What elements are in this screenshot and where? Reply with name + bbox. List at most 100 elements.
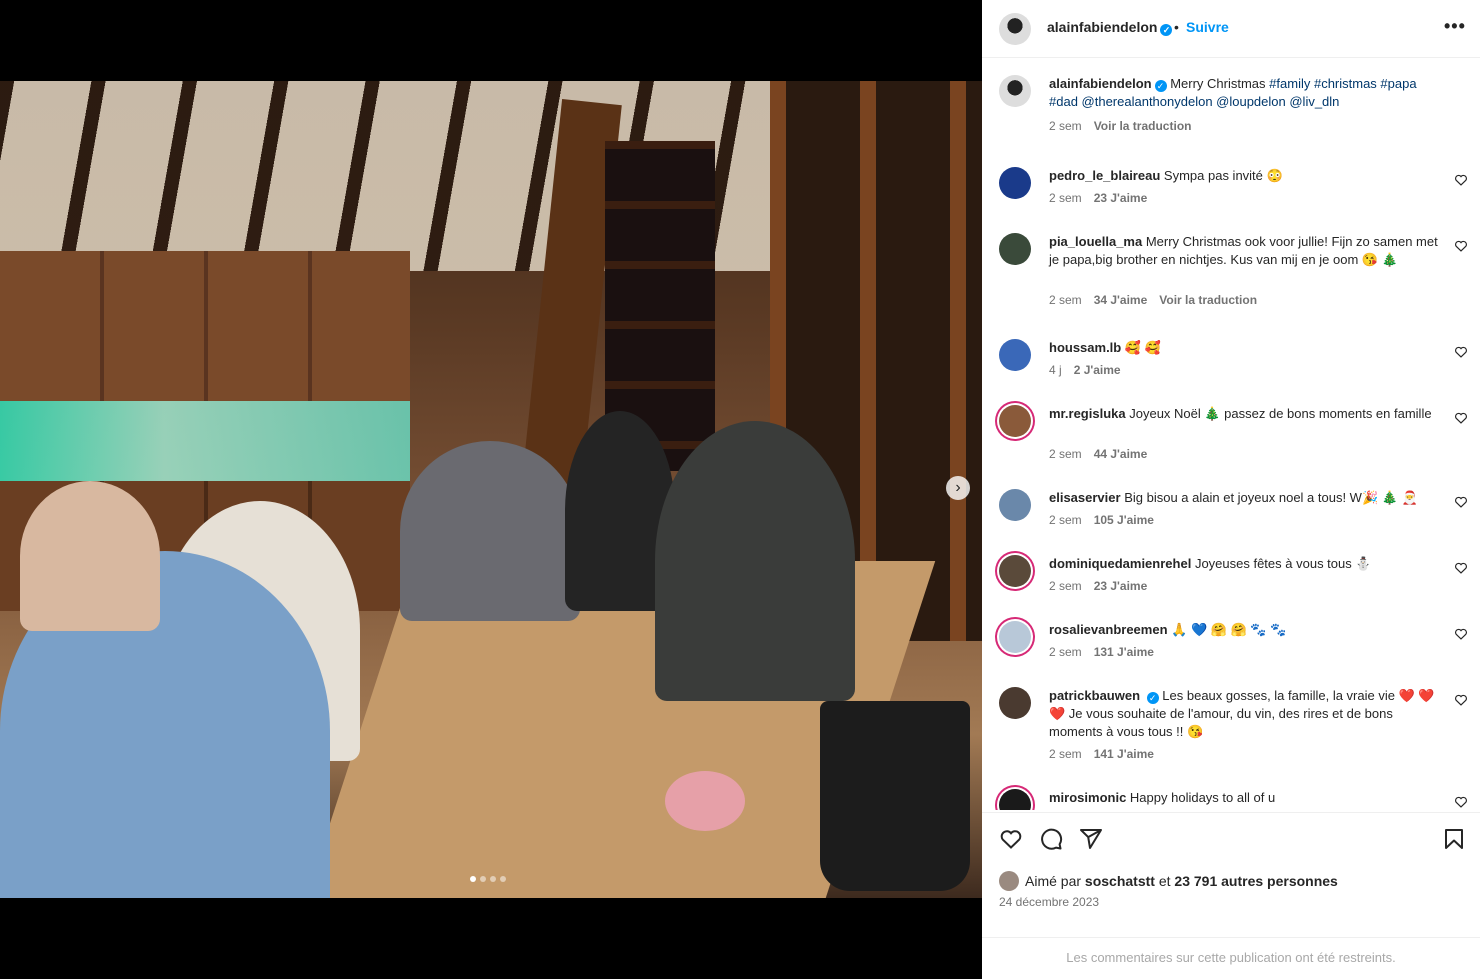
comment-like-icon[interactable]	[1454, 411, 1468, 425]
carousel-dot	[480, 876, 486, 882]
comment-meta: 2 sem 23 J'aime	[1049, 191, 1159, 205]
comment-username[interactable]: mirosimonic	[1049, 790, 1126, 805]
photo-person-head	[20, 481, 160, 631]
caption-body: alainfabiendelon ✓ Merry Christmas #famil…	[1049, 75, 1441, 111]
comment-like-icon[interactable]	[1454, 795, 1468, 809]
avatar[interactable]	[999, 167, 1031, 199]
photo-rose	[665, 771, 745, 831]
comment-username[interactable]: pia_louella_ma	[1049, 234, 1142, 249]
comment-time: 2 sem	[1049, 579, 1082, 593]
comment-like-icon[interactable]	[1454, 495, 1468, 509]
comment-text: 🙏 💙 🤗 🤗 🐾 🐾	[1171, 622, 1287, 637]
comment-like-count[interactable]: 105 J'aime	[1094, 513, 1154, 527]
likes-count[interactable]: 23 791 autres personnes	[1174, 873, 1337, 889]
likes-middle: et	[1158, 873, 1171, 889]
avatar[interactable]	[999, 75, 1031, 107]
comment-meta: 4 j 2 J'aime	[1049, 363, 1133, 377]
comment-like-count[interactable]: 23 J'aime	[1094, 579, 1148, 593]
separator-dot: •	[1174, 19, 1179, 35]
avatar[interactable]	[999, 405, 1031, 437]
caption-tags[interactable]: #family #christmas #papa	[1269, 76, 1416, 91]
photo-person	[655, 421, 855, 701]
carousel-next-button[interactable]: ›	[946, 476, 970, 500]
comment-username[interactable]: elisaservier	[1049, 490, 1121, 505]
comment-meta: 2 sem 44 J'aime	[1049, 447, 1159, 461]
comment-time: 2 sem	[1049, 119, 1082, 133]
carousel-dot	[470, 876, 476, 882]
comment-like-count[interactable]: 34 J'aime	[1094, 293, 1148, 307]
more-options-icon[interactable]: •••	[1444, 16, 1466, 37]
caption-text: Merry Christmas	[1170, 76, 1266, 91]
comment-time: 2 sem	[1049, 191, 1082, 205]
comment-like-count[interactable]: 23 J'aime	[1094, 191, 1148, 205]
avatar	[999, 871, 1019, 891]
comment-body: houssam.lb 🥰 🥰	[1049, 339, 1441, 357]
action-bar: Aimé par soschatstt et 23 791 autres per…	[982, 812, 1480, 979]
comment-meta: 2 sem 131 J'aime	[1049, 645, 1166, 659]
comment-like-icon[interactable]	[1454, 173, 1468, 187]
comment-like-icon[interactable]	[1454, 239, 1468, 253]
comment-like-count[interactable]: 131 J'aime	[1094, 645, 1154, 659]
photo-person	[400, 441, 580, 621]
comment-username[interactable]: dominiquedamienrehel	[1049, 556, 1191, 571]
verified-icon: ✓	[1146, 692, 1159, 704]
translate-link[interactable]: Voir la traduction	[1094, 119, 1192, 133]
avatar[interactable]	[999, 13, 1031, 45]
comment-like-count[interactable]: 44 J'aime	[1094, 447, 1148, 461]
post-photo[interactable]	[0, 81, 982, 898]
comment-body: mr.regisluka Joyeux Noël 🎄 passez de bon…	[1049, 405, 1441, 423]
comment-like-icon[interactable]	[1454, 693, 1468, 707]
comment-username[interactable]: mr.regisluka	[1049, 406, 1126, 421]
comment-text: Sympa pas invité 😳	[1163, 168, 1283, 183]
avatar[interactable]	[999, 621, 1031, 653]
comment-time: 2 sem	[1049, 645, 1082, 659]
comment-body: elisaservier Big bisou a alain et joyeux…	[1049, 489, 1441, 507]
comment-time: 2 sem	[1049, 747, 1082, 761]
comment-text: Joyeux Noël 🎄 passez de bons moments en …	[1129, 406, 1432, 421]
share-icon[interactable]	[1079, 827, 1103, 851]
avatar[interactable]	[999, 687, 1031, 719]
comment-username[interactable]: rosalievanbreemen	[1049, 622, 1168, 637]
translate-link[interactable]: Voir la traduction	[1159, 293, 1257, 307]
comment-body: dominiquedamienrehel Joyeuses fêtes à vo…	[1049, 555, 1441, 573]
likes-user[interactable]: soschatstt	[1085, 873, 1155, 889]
avatar[interactable]	[999, 555, 1031, 587]
comment-meta: 2 sem 105 J'aime	[1049, 513, 1166, 527]
comment-username[interactable]: patrickbauwen	[1049, 688, 1140, 703]
carousel-dots	[470, 876, 506, 882]
comment-meta: 2 sem 23 J'aime	[1049, 579, 1159, 593]
caption-username[interactable]: alainfabiendelon	[1049, 76, 1152, 91]
avatar[interactable]	[999, 339, 1031, 371]
comment-text: Big bisou a alain et joyeux noel a tous!…	[1124, 490, 1418, 505]
comment-like-icon[interactable]	[1454, 345, 1468, 359]
comment-like-icon[interactable]	[1454, 561, 1468, 575]
comment-like-count[interactable]: 2 J'aime	[1074, 363, 1121, 377]
post-header: alainfabiendelon ✓ • Suivre •••	[982, 0, 1480, 58]
comment-icon[interactable]	[1039, 827, 1063, 851]
comment-like-count[interactable]: 141 J'aime	[1094, 747, 1154, 761]
comment-username[interactable]: pedro_le_blaireau	[1049, 168, 1160, 183]
heart-icon[interactable]	[999, 827, 1023, 851]
post-side-panel: alainfabiendelon ✓ • Suivre ••• alainfabi…	[982, 0, 1480, 979]
carousel-dot	[500, 876, 506, 882]
caption-tags[interactable]: #dad @therealanthonydelon @loupdelon @li…	[1049, 94, 1339, 109]
username-text[interactable]: alainfabiendelon	[1047, 19, 1157, 35]
comment-username[interactable]: houssam.lb	[1049, 340, 1121, 355]
avatar[interactable]	[999, 489, 1031, 521]
likes-summary[interactable]: Aimé par soschatstt et 23 791 autres per…	[999, 871, 1338, 891]
comment-body: mirosimonic Happy holidays to all of u	[1049, 789, 1441, 807]
comment-time: 2 sem	[1049, 447, 1082, 461]
comment-meta: 2 sem 34 J'aime Voir la traduction	[1049, 293, 1269, 307]
comment-meta: 2 sem 141 J'aime	[1049, 747, 1166, 761]
comment-text: Happy holidays to all of u	[1129, 790, 1276, 805]
avatar[interactable]	[999, 233, 1031, 265]
comment-body: rosalievanbreemen 🙏 💙 🤗 🤗 🐾 🐾	[1049, 621, 1441, 639]
comments-restricted-notice: Les commentaires sur cette publication o…	[982, 937, 1480, 965]
bookmark-icon[interactable]	[1442, 827, 1466, 851]
likes-prefix: Aimé par	[1025, 873, 1082, 889]
comments-list[interactable]: alainfabiendelon ✓ Merry Christmas #famil…	[982, 59, 1480, 810]
header-username[interactable]: alainfabiendelon ✓	[1047, 19, 1173, 36]
avatar[interactable]	[999, 789, 1031, 810]
comment-like-icon[interactable]	[1454, 627, 1468, 641]
follow-button[interactable]: Suivre	[1186, 19, 1229, 35]
